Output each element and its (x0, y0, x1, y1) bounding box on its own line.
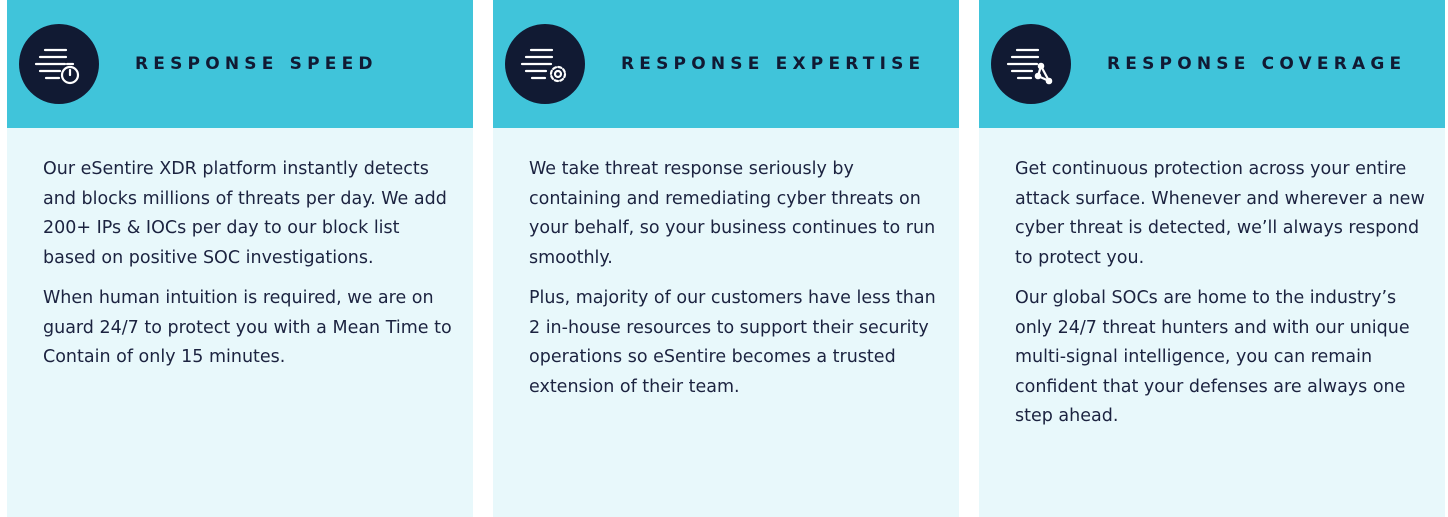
card-paragraph: When human intuition is required, we are… (43, 288, 452, 367)
card-response-expertise: RESPONSE EXPERTISE We take threat respon… (493, 0, 959, 517)
speed-stopwatch-icon (19, 24, 99, 104)
card-title: RESPONSE EXPERTISE (621, 54, 926, 74)
card-body: We take threat response seriously by con… (529, 155, 939, 413)
card-header: RESPONSE COVERAGE (979, 0, 1445, 128)
card-paragraph: Plus, majority of our customers have les… (529, 288, 936, 397)
speed-gear-icon (505, 24, 585, 104)
card-response-speed: RESPONSE SPEED Our eSentire XDR platform… (7, 0, 473, 517)
card-header: RESPONSE EXPERTISE (493, 0, 959, 128)
card-header: RESPONSE SPEED (7, 0, 473, 128)
card-paragraph: We take threat response seriously by con… (529, 159, 936, 268)
response-cards: RESPONSE SPEED Our eSentire XDR platform… (0, 0, 1448, 517)
card-paragraph: Our global SOCs are home to the industry… (1015, 288, 1410, 426)
card-body: Our eSentire XDR platform instantly dete… (43, 155, 453, 384)
card-response-coverage: RESPONSE COVERAGE Get continuous protect… (979, 0, 1445, 517)
card-title: RESPONSE COVERAGE (1107, 54, 1407, 74)
speed-network-icon (991, 24, 1071, 104)
card-title: RESPONSE SPEED (135, 54, 378, 74)
card-paragraph: Get continuous protection across your en… (1015, 159, 1425, 268)
card-paragraph: Our eSentire XDR platform instantly dete… (43, 159, 447, 268)
card-body: Get continuous protection across your en… (1015, 155, 1425, 443)
